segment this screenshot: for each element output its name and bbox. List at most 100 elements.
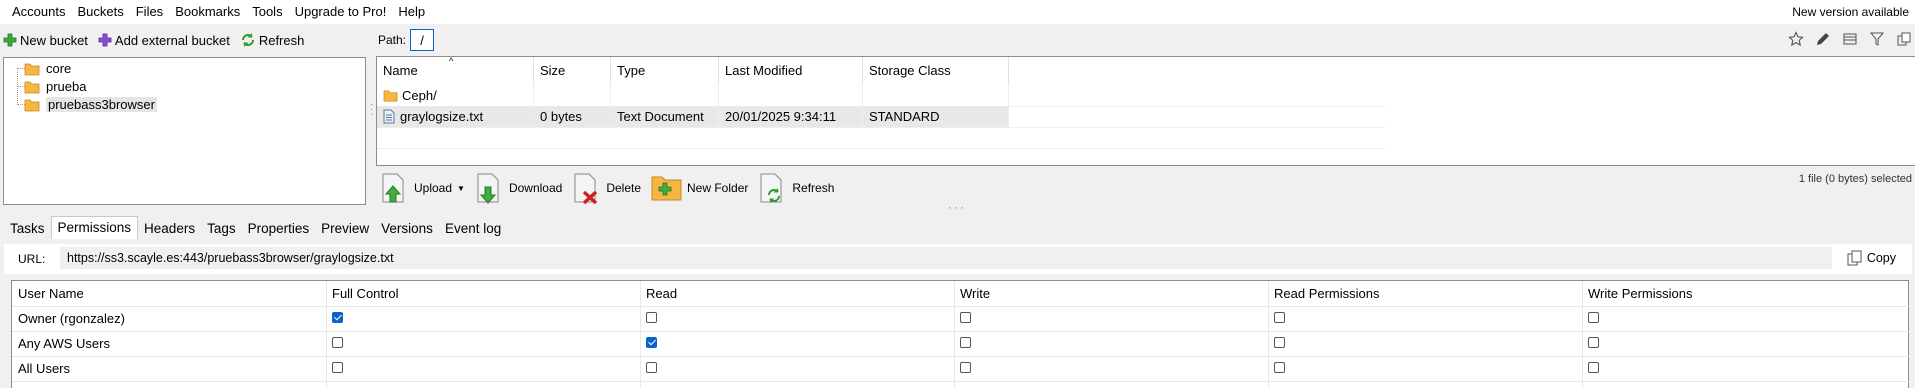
tab-permissions[interactable]: Permissions (50, 216, 139, 239)
permission-checkbox[interactable] (960, 362, 971, 373)
perm-header-write-permissions: Write Permissions (1588, 286, 1693, 301)
column-storage-class[interactable]: Storage Class (863, 57, 1009, 84)
file-name: Ceph/ (402, 88, 437, 103)
download-button[interactable]: Download (475, 172, 562, 204)
vertical-splitter[interactable]: · · · (370, 100, 374, 120)
permission-checkbox[interactable] (1588, 312, 1599, 323)
file-type (611, 85, 719, 106)
menu-buckets[interactable]: Buckets (71, 0, 129, 24)
copy-window-icon[interactable] (1895, 30, 1913, 48)
tree-item-label: core (46, 61, 72, 76)
menu-bookmarks[interactable]: Bookmarks (169, 0, 246, 24)
file-modified: 20/01/2025 9:34:11 (719, 106, 863, 127)
tree-item-label: pruebass3browser (46, 97, 157, 112)
detail-tabs: Tasks Permissions Headers Tags Propertie… (4, 216, 507, 239)
perm-header-write: Write (960, 286, 991, 301)
horizontal-splitter[interactable]: ··· (948, 200, 966, 214)
menu-bar: Accounts Buckets Files Bookmarks Tools U… (0, 0, 1915, 24)
refresh-files-label: Refresh (792, 181, 835, 195)
copy-url-button[interactable]: Copy (1847, 250, 1896, 266)
permission-checkbox[interactable] (332, 362, 343, 373)
delete-label: Delete (606, 181, 642, 195)
permission-checkbox[interactable] (960, 312, 971, 323)
menu-files[interactable]: Files (130, 0, 169, 24)
new-folder-button[interactable]: New Folder (651, 173, 748, 203)
column-size[interactable]: Size (534, 57, 611, 84)
download-icon (477, 173, 499, 204)
path-input[interactable]: / (410, 29, 435, 51)
permission-checkbox[interactable] (332, 312, 343, 323)
filter-icon[interactable] (1868, 30, 1886, 48)
copy-label: Copy (1866, 251, 1896, 265)
url-label: URL: (18, 252, 46, 266)
column-type[interactable]: Type (611, 57, 719, 84)
add-external-bucket-label: Add external bucket (114, 32, 230, 48)
tab-tasks[interactable]: Tasks (4, 218, 51, 239)
permission-checkbox[interactable] (1588, 337, 1599, 348)
tree-item-pruebass3browser[interactable]: pruebass3browser (24, 96, 157, 113)
tab-tags[interactable]: Tags (201, 218, 242, 239)
folder-icon (24, 99, 40, 111)
column-name[interactable]: Name ^ (377, 56, 534, 84)
tab-event-log[interactable]: Event log (439, 218, 507, 239)
file-storage (863, 85, 1009, 106)
menu-tools[interactable]: Tools (246, 0, 288, 24)
permission-checkbox[interactable] (646, 362, 657, 373)
refresh-files-button[interactable]: Refresh (758, 172, 834, 204)
tab-preview[interactable]: Preview (315, 218, 375, 239)
tab-properties[interactable]: Properties (242, 218, 316, 239)
permission-checkbox[interactable] (1274, 337, 1285, 348)
menu-help[interactable]: Help (392, 0, 431, 24)
file-row[interactable]: Ceph/ (377, 85, 1009, 106)
file-modified (719, 85, 863, 106)
permission-checkbox[interactable] (1274, 312, 1285, 323)
sort-arrow-icon: ^ (449, 56, 454, 66)
file-size (534, 85, 611, 106)
new-bucket-button[interactable]: New bucket (0, 33, 91, 48)
columns-icon[interactable] (1841, 30, 1859, 48)
refresh-buckets-button[interactable]: Refresh (237, 32, 308, 48)
file-row[interactable]: graylogsize.txt 0 bytes Text Document 20… (377, 106, 1009, 127)
perm-header-user: User Name (18, 286, 84, 301)
menu-accounts[interactable]: Accounts (0, 0, 71, 24)
url-field[interactable]: https://ss3.scayle.es:443/pruebass3brows… (60, 247, 1832, 269)
add-external-bucket-button[interactable]: Add external bucket (95, 33, 233, 48)
folder-icon (24, 63, 40, 75)
column-last-modified[interactable]: Last Modified (719, 57, 863, 84)
new-folder-icon (651, 176, 682, 201)
permission-checkbox[interactable] (1588, 362, 1599, 373)
pencil-icon[interactable] (1814, 30, 1832, 48)
path-bar: Path: / (378, 28, 435, 52)
refresh-buckets-label: Refresh (258, 32, 305, 48)
permission-checkbox[interactable] (960, 337, 971, 348)
tree-item-prueba[interactable]: prueba (24, 78, 86, 95)
file-list-header: Name ^ Size Type Last Modified Storage Cl… (377, 56, 1009, 84)
file-actions-toolbar: Upload ▼ Download Delete New Folder Refr… (380, 168, 844, 208)
tab-headers[interactable]: Headers (138, 218, 201, 239)
file-size: 0 bytes (534, 106, 611, 127)
tree-item-core[interactable]: core (24, 60, 71, 77)
perm-user-owner: Owner (rgonzalez) (18, 311, 125, 326)
new-bucket-label: New bucket (20, 32, 88, 48)
permission-checkbox[interactable] (1274, 362, 1285, 373)
menu-upgrade[interactable]: Upgrade to Pro! (289, 0, 393, 24)
permission-checkbox[interactable] (646, 337, 657, 348)
file-name: graylogsize.txt (400, 109, 484, 124)
permission-checkbox[interactable] (332, 337, 343, 348)
new-folder-label: New Folder (687, 181, 749, 195)
delete-icon (574, 173, 598, 204)
bucket-toolbar: New bucket Add external bucket Refresh (0, 30, 307, 50)
star-icon[interactable] (1787, 30, 1805, 48)
tab-versions[interactable]: Versions (375, 218, 439, 239)
dropdown-arrow-icon[interactable]: ▼ (457, 184, 465, 193)
delete-button[interactable]: Delete (572, 172, 641, 204)
plus-purple-icon (98, 33, 112, 47)
file-name-cell: Ceph/ (377, 85, 534, 106)
perm-header-read: Read (646, 286, 678, 301)
new-version-link[interactable]: New version available (1792, 0, 1909, 24)
permission-checkbox[interactable] (646, 312, 657, 323)
url-row: URL: https://ss3.scayle.es:443/pruebass3… (4, 244, 1912, 274)
refresh-icon (241, 33, 254, 47)
plus-icon (3, 33, 17, 47)
upload-button[interactable]: Upload ▼ (380, 172, 465, 204)
